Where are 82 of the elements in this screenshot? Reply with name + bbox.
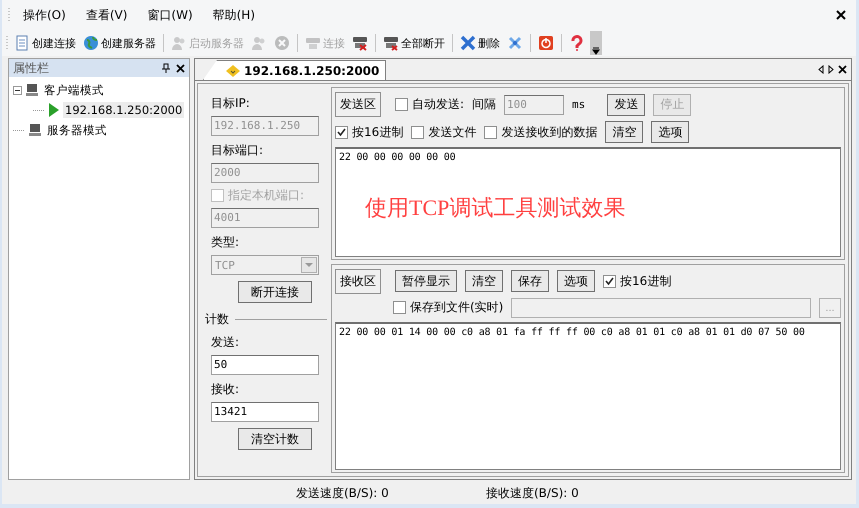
action-button[interactable]: 清空 bbox=[465, 270, 503, 292]
text-field[interactable]: 50 bbox=[211, 355, 319, 375]
pin-icon[interactable] bbox=[162, 63, 170, 73]
action-button[interactable]: 保存 bbox=[511, 270, 549, 292]
action-button[interactable]: 清空 bbox=[605, 121, 644, 143]
previous-icon[interactable] bbox=[818, 65, 824, 74]
group-title: 计数 bbox=[205, 311, 229, 328]
action-button[interactable]: 选项 bbox=[651, 121, 690, 143]
panel-title: 属性栏 bbox=[13, 60, 50, 76]
text-field[interactable]: 13421 bbox=[211, 402, 319, 422]
section-label: 接收区 bbox=[335, 268, 381, 294]
checkbox[interactable] bbox=[335, 126, 348, 138]
play-icon bbox=[48, 102, 60, 118]
toolbar-button[interactable] bbox=[350, 35, 370, 51]
computer-icon bbox=[25, 83, 39, 97]
close-icon[interactable] bbox=[838, 65, 847, 74]
section-label: 发送区 bbox=[335, 92, 381, 117]
delete-icon bbox=[460, 35, 476, 51]
chevron-icon bbox=[592, 47, 600, 55]
field-label: 类型: bbox=[211, 234, 240, 251]
grip-icon bbox=[6, 35, 9, 51]
checkbox[interactable] bbox=[484, 126, 498, 138]
menu-item[interactable]: 窗口(W) bbox=[139, 4, 201, 26]
users-icon bbox=[251, 35, 267, 51]
field-label: 目标IP: bbox=[211, 95, 251, 112]
checkbox[interactable] bbox=[393, 301, 406, 314]
menu-item[interactable]: 查看(V) bbox=[78, 4, 136, 26]
server-icon bbox=[352, 35, 368, 51]
toolbar-button[interactable]: 创建连接 bbox=[12, 35, 78, 51]
tree-item[interactable]: 192.168.1.250:2000 bbox=[63, 102, 184, 118]
help-icon bbox=[569, 35, 585, 51]
checkbox-label: 发送文件 bbox=[428, 124, 476, 140]
action-button[interactable]: 清空计数 bbox=[238, 428, 312, 450]
tree-item[interactable]: 服务器模式 bbox=[45, 122, 109, 138]
toolbar-button[interactable] bbox=[536, 35, 556, 51]
annotation-text: 使用TCP调试工具测试效果 bbox=[365, 194, 626, 222]
warning-icon bbox=[226, 64, 240, 76]
checkbox-label: 按16进制 bbox=[352, 124, 404, 140]
checkbox[interactable] bbox=[411, 126, 424, 138]
next-icon[interactable] bbox=[828, 65, 834, 74]
status-text: 发送速度(B/S): 0 bbox=[296, 484, 390, 502]
checkbox[interactable] bbox=[603, 274, 616, 288]
checkbox-label: 按16进制 bbox=[620, 272, 672, 290]
checkbox[interactable] bbox=[395, 98, 408, 111]
cross-icon bbox=[507, 35, 523, 51]
checkbox-label: 指定本机端口: bbox=[228, 187, 304, 204]
action-button[interactable]: 断开连接 bbox=[238, 281, 312, 303]
power-icon bbox=[538, 35, 554, 51]
field-label: 目标端口: bbox=[211, 142, 264, 159]
status-text: 接收速度(B/S): 0 bbox=[486, 484, 580, 502]
menu-item[interactable]: 操作(O) bbox=[15, 4, 74, 26]
users-icon bbox=[171, 35, 187, 51]
unit-label: ms bbox=[572, 98, 586, 111]
globe-icon bbox=[83, 35, 99, 51]
data-text-area[interactable]: 22 00 00 01 14 00 00 c0 a8 01 fa ff ff ff 00 c0 a8 01 01 c0 a8 01 01 d0 07 50 00 bbox=[335, 322, 841, 470]
field-label: 发送: bbox=[211, 334, 240, 351]
data-text-area[interactable]: 22 00 00 00 00 00 00 使用TCP调试工具测试效果 bbox=[335, 147, 841, 257]
menu-item[interactable]: 帮助(H) bbox=[204, 4, 264, 26]
computer-icon bbox=[28, 123, 42, 137]
grip-icon bbox=[8, 7, 11, 23]
interval-label: 间隔 bbox=[472, 96, 496, 113]
action-button[interactable]: 暂停显示 bbox=[395, 270, 457, 292]
checkbox-label: 保存到文件(实时) bbox=[410, 299, 504, 316]
server-icon bbox=[383, 35, 399, 51]
toolbar-button[interactable]: 全部断开 bbox=[381, 35, 447, 51]
overflow-button[interactable] bbox=[590, 31, 602, 55]
field-label: 接收: bbox=[211, 381, 240, 398]
close-icon[interactable] bbox=[176, 64, 185, 72]
action-button[interactable]: 发送 bbox=[607, 94, 646, 116]
tree-item[interactable]: 客户端模式 bbox=[42, 82, 106, 98]
close-icon[interactable] bbox=[836, 10, 846, 20]
checkbox-label: 自动发送: bbox=[412, 96, 464, 113]
document-tab[interactable]: 192.168.1.250:2000 bbox=[203, 60, 386, 80]
expand-icon[interactable] bbox=[13, 86, 22, 94]
close-icon bbox=[274, 35, 290, 51]
toolbar-button[interactable]: 删除 bbox=[458, 35, 502, 51]
checkbox-label: 发送接收到的数据 bbox=[501, 124, 598, 140]
document-icon bbox=[14, 35, 30, 51]
toolbar-button[interactable]: 创建服务器 bbox=[81, 35, 158, 51]
action-button[interactable]: 选项 bbox=[557, 270, 595, 292]
server-icon bbox=[305, 35, 321, 51]
dropdown-icon bbox=[301, 257, 317, 273]
